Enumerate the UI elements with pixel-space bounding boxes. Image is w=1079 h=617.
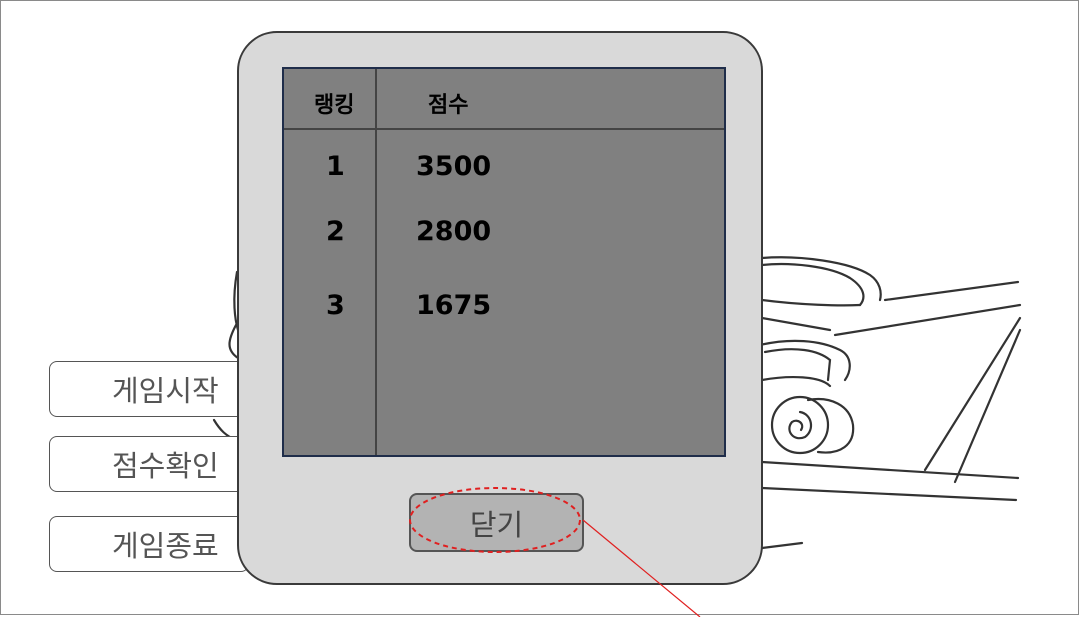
close-button[interactable]: 닫기	[409, 493, 584, 552]
score-cell-1: 3500	[416, 151, 492, 182]
close-button-label: 닫기	[469, 507, 524, 542]
rank-column-header: 랭킹	[314, 93, 355, 118]
game-start-label: 게임시작	[112, 374, 219, 408]
rank-cell-3: 3	[326, 290, 345, 321]
score-check-button[interactable]: 점수확인	[49, 436, 249, 492]
score-column-header: 점수	[428, 93, 469, 118]
rank-cell-1: 1	[326, 151, 345, 182]
game-exit-button[interactable]: 게임종료	[49, 516, 249, 572]
rank-cell-2: 2	[326, 216, 345, 247]
header-divider	[284, 128, 724, 130]
score-check-label: 점수확인	[112, 449, 219, 483]
score-cell-3: 1675	[416, 290, 492, 321]
ranking-popup: 랭킹 점수 1 3500 2 2800 3 1675 닫기	[237, 31, 763, 585]
score-cell-2: 2800	[416, 216, 492, 247]
game-start-button[interactable]: 게임시작	[49, 361, 249, 417]
ranking-table: 랭킹 점수 1 3500 2 2800 3 1675	[282, 67, 726, 457]
game-exit-label: 게임종료	[112, 529, 219, 563]
column-divider	[375, 69, 377, 455]
